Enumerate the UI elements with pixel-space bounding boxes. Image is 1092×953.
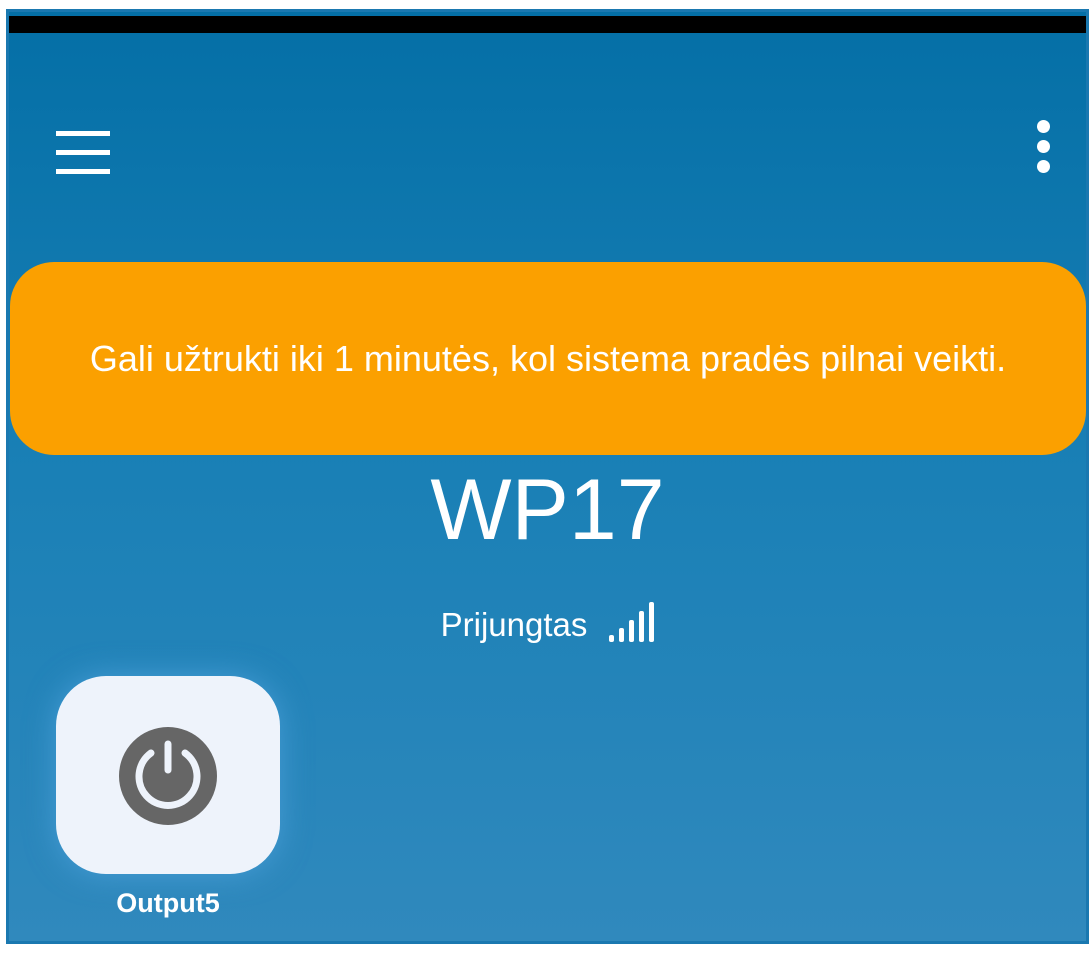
connection-status: Prijungtas xyxy=(9,600,1086,644)
device-name: WP17 xyxy=(430,462,665,558)
app-screen: Gali užtrukti iki 1 minutės, kol sistema… xyxy=(6,9,1089,944)
output-label: Output5 xyxy=(116,888,220,918)
output-tile-output5[interactable] xyxy=(56,676,280,874)
info-banner: Gali užtrukti iki 1 minutės, kol sistema… xyxy=(10,262,1086,455)
status-text: Prijungtas xyxy=(440,606,588,643)
hamburger-menu-icon[interactable] xyxy=(56,131,112,175)
signal-strength-icon xyxy=(609,600,655,642)
banner-text: Gali užtrukti iki 1 minutės, kol sistema… xyxy=(89,337,1007,379)
status-bar xyxy=(9,16,1086,33)
more-vertical-icon[interactable] xyxy=(1029,120,1059,180)
power-icon xyxy=(119,727,217,825)
